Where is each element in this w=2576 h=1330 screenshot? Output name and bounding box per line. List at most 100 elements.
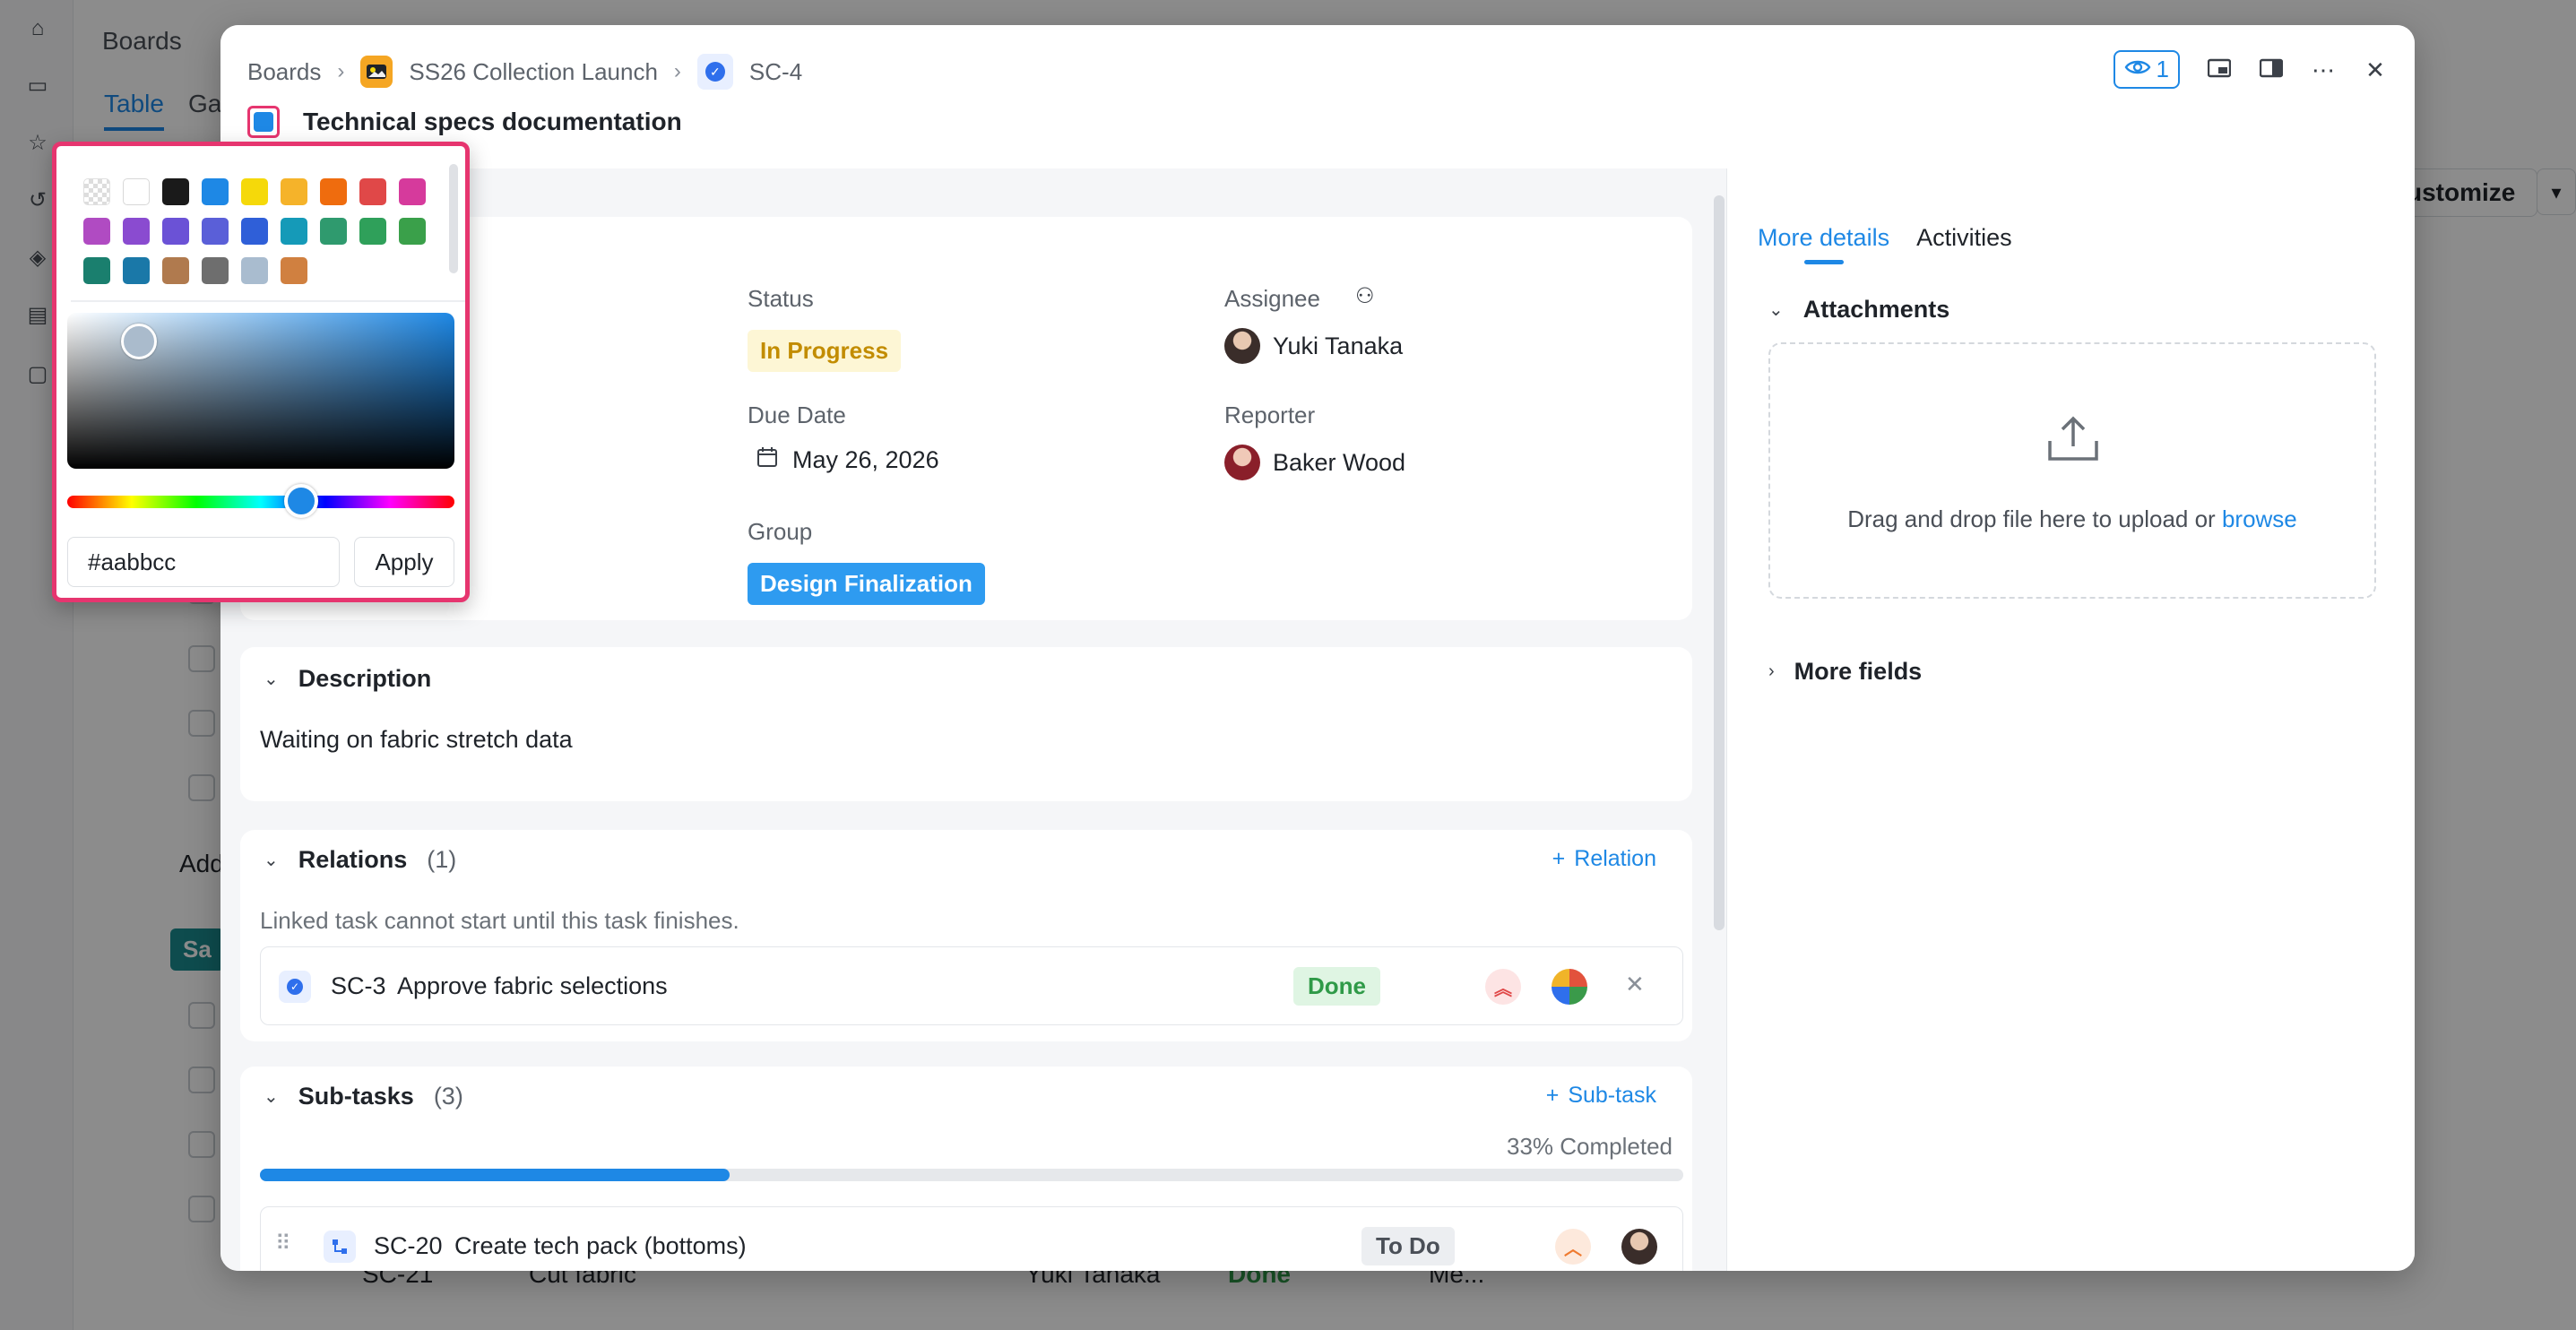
- color-swatch[interactable]: [281, 257, 307, 284]
- subtasks-progress-bar: [260, 1169, 1683, 1181]
- assignee-field[interactable]: Yuki Tanaka: [1224, 328, 1403, 364]
- group-label: Group: [748, 518, 813, 545]
- color-swatch[interactable]: [162, 257, 189, 284]
- breadcrumb-project[interactable]: SS26 Collection Launch: [409, 58, 658, 86]
- relations-header[interactable]: ⌄ Relations (1): [264, 846, 456, 874]
- hue-handle[interactable]: [284, 484, 318, 518]
- due-date-field[interactable]: May 26, 2026: [756, 446, 939, 474]
- color-swatch[interactable]: [281, 218, 307, 245]
- assign-user-icon[interactable]: ⚇: [1355, 283, 1375, 309]
- add-relation-button[interactable]: + Relation: [1552, 846, 1656, 872]
- breadcrumb-boards[interactable]: Boards: [247, 58, 321, 86]
- color-picker-popover: Apply: [52, 142, 470, 602]
- subtask-row[interactable]: ⠿ SC-20 Create tech pack (bottoms) To Do…: [260, 1206, 1683, 1271]
- color-swatch[interactable]: [320, 218, 347, 245]
- subtasks-header[interactable]: ⌄ Sub-tasks (3): [264, 1083, 463, 1110]
- hex-color-input[interactable]: [67, 537, 340, 587]
- relation-task-id: SC-3: [331, 972, 386, 999]
- color-swatch[interactable]: [241, 178, 268, 205]
- avatar[interactable]: [1552, 969, 1587, 1005]
- attachments-heading: Attachments: [1802, 296, 1950, 323]
- breadcrumb: Boards › SS26 Collection Launch › ✓ SC-4: [247, 54, 802, 90]
- subtasks-completed-label: 33% Completed: [1507, 1133, 1673, 1160]
- color-swatch[interactable]: [281, 178, 307, 205]
- color-swatch[interactable]: [241, 218, 268, 245]
- status-badge[interactable]: In Progress: [748, 330, 902, 372]
- calendar-icon: [756, 446, 778, 474]
- side-panel-icon[interactable]: [2259, 57, 2284, 82]
- subtask-status-badge[interactable]: To Do: [1361, 1227, 1455, 1265]
- swatch-scrollbar[interactable]: [449, 164, 458, 273]
- color-swatch[interactable]: [241, 257, 268, 284]
- description-header[interactable]: ⌄ Description: [264, 665, 431, 693]
- more-fields-header[interactable]: › More fields: [1768, 658, 1922, 686]
- task-title[interactable]: Technical specs documentation: [303, 108, 682, 136]
- color-swatch[interactable]: [202, 178, 229, 205]
- chevron-down-icon: ⌄: [264, 851, 279, 870]
- remove-relation-icon[interactable]: ✕: [1625, 971, 1645, 998]
- color-swatch[interactable]: [162, 178, 189, 205]
- breadcrumb-task[interactable]: SC-4: [749, 58, 802, 86]
- subtasks-card: ⌄ Sub-tasks (3) + Sub-task 33% Completed…: [240, 1067, 1692, 1271]
- tab-activities[interactable]: Activities: [1916, 224, 2012, 252]
- modal-header: Boards › SS26 Collection Launch › ✓ SC-4…: [220, 25, 2415, 168]
- picker-divider: [71, 300, 465, 302]
- priority-medium-icon[interactable]: ︿: [1555, 1229, 1591, 1265]
- group-badge[interactable]: Design Finalization: [748, 563, 985, 605]
- avatar[interactable]: [1621, 1229, 1657, 1265]
- dropzone-text: Drag and drop file here to upload or bro…: [1770, 505, 2374, 533]
- assignee-name: Yuki Tanaka: [1273, 332, 1404, 359]
- reporter-field[interactable]: Baker Wood: [1224, 445, 1405, 480]
- color-swatch[interactable]: [162, 218, 189, 245]
- color-swatch[interactable]: [202, 257, 229, 284]
- saturation-handle[interactable]: [121, 324, 157, 359]
- apply-button[interactable]: Apply: [354, 537, 454, 587]
- color-swatch[interactable]: [83, 178, 110, 205]
- color-swatch[interactable]: [83, 218, 110, 245]
- color-swatch[interactable]: [359, 218, 386, 245]
- relation-row[interactable]: ✓ SC-3 Approve fabric selections Done ︽ …: [260, 946, 1683, 1025]
- browse-link[interactable]: browse: [2222, 505, 2297, 532]
- relation-status-badge[interactable]: Done: [1293, 967, 1380, 1006]
- file-dropzone[interactable]: Drag and drop file here to upload or bro…: [1768, 342, 2376, 599]
- color-swatch-icon: [254, 112, 273, 132]
- color-swatch[interactable]: [83, 257, 110, 284]
- task-type-icon: ✓: [696, 54, 733, 90]
- more-icon[interactable]: ⋯: [2311, 57, 2336, 82]
- relations-heading: Relations: [298, 846, 408, 873]
- color-swatch[interactable]: [399, 218, 426, 245]
- description-text[interactable]: Waiting on fabric stretch data: [260, 726, 573, 754]
- hue-slider[interactable]: [67, 484, 454, 518]
- color-swatch[interactable]: [399, 178, 426, 205]
- title-row: Technical specs documentation: [247, 106, 682, 138]
- subtasks-heading: Sub-tasks: [298, 1083, 414, 1110]
- color-swatch[interactable]: [123, 178, 150, 205]
- subtask-name: Create tech pack (bottoms): [454, 1232, 747, 1259]
- chevron-right-icon: ›: [673, 59, 681, 83]
- chevron-right-icon: ›: [1768, 661, 1775, 681]
- relations-hint: Linked task cannot start until this task…: [260, 907, 739, 934]
- attachments-header[interactable]: ⌄ Attachments: [1768, 296, 1949, 324]
- color-swatch[interactable]: [202, 218, 229, 245]
- main-scrollbar[interactable]: [1714, 195, 1725, 930]
- close-icon[interactable]: ✕: [2363, 57, 2388, 82]
- color-swatch[interactable]: [320, 178, 347, 205]
- priority-highest-icon[interactable]: ︽: [1485, 969, 1521, 1005]
- saturation-value-area[interactable]: [67, 313, 454, 469]
- picture-in-picture-icon[interactable]: [2207, 57, 2232, 82]
- subtasks-count: (3): [433, 1083, 463, 1110]
- upload-icon: [2044, 414, 2102, 469]
- add-subtask-button[interactable]: + Sub-task: [1546, 1083, 1656, 1109]
- color-swatch[interactable]: [123, 218, 150, 245]
- color-swatch[interactable]: [123, 257, 150, 284]
- assignee-label: Assignee: [1224, 285, 1320, 312]
- watch-button[interactable]: 1: [2113, 50, 2180, 89]
- color-swatch[interactable]: [359, 178, 386, 205]
- task-color-button[interactable]: [247, 106, 280, 138]
- side-panel-tabs: More details Activities: [1758, 224, 2012, 252]
- avatar: [1224, 328, 1260, 364]
- drag-handle-icon[interactable]: ⠿: [275, 1231, 291, 1257]
- tab-more-details[interactable]: More details: [1758, 224, 1889, 252]
- reporter-name: Baker Wood: [1273, 448, 1406, 476]
- details-side-panel: More details Activities ⌄ Attachments Dr…: [1726, 168, 2415, 1271]
